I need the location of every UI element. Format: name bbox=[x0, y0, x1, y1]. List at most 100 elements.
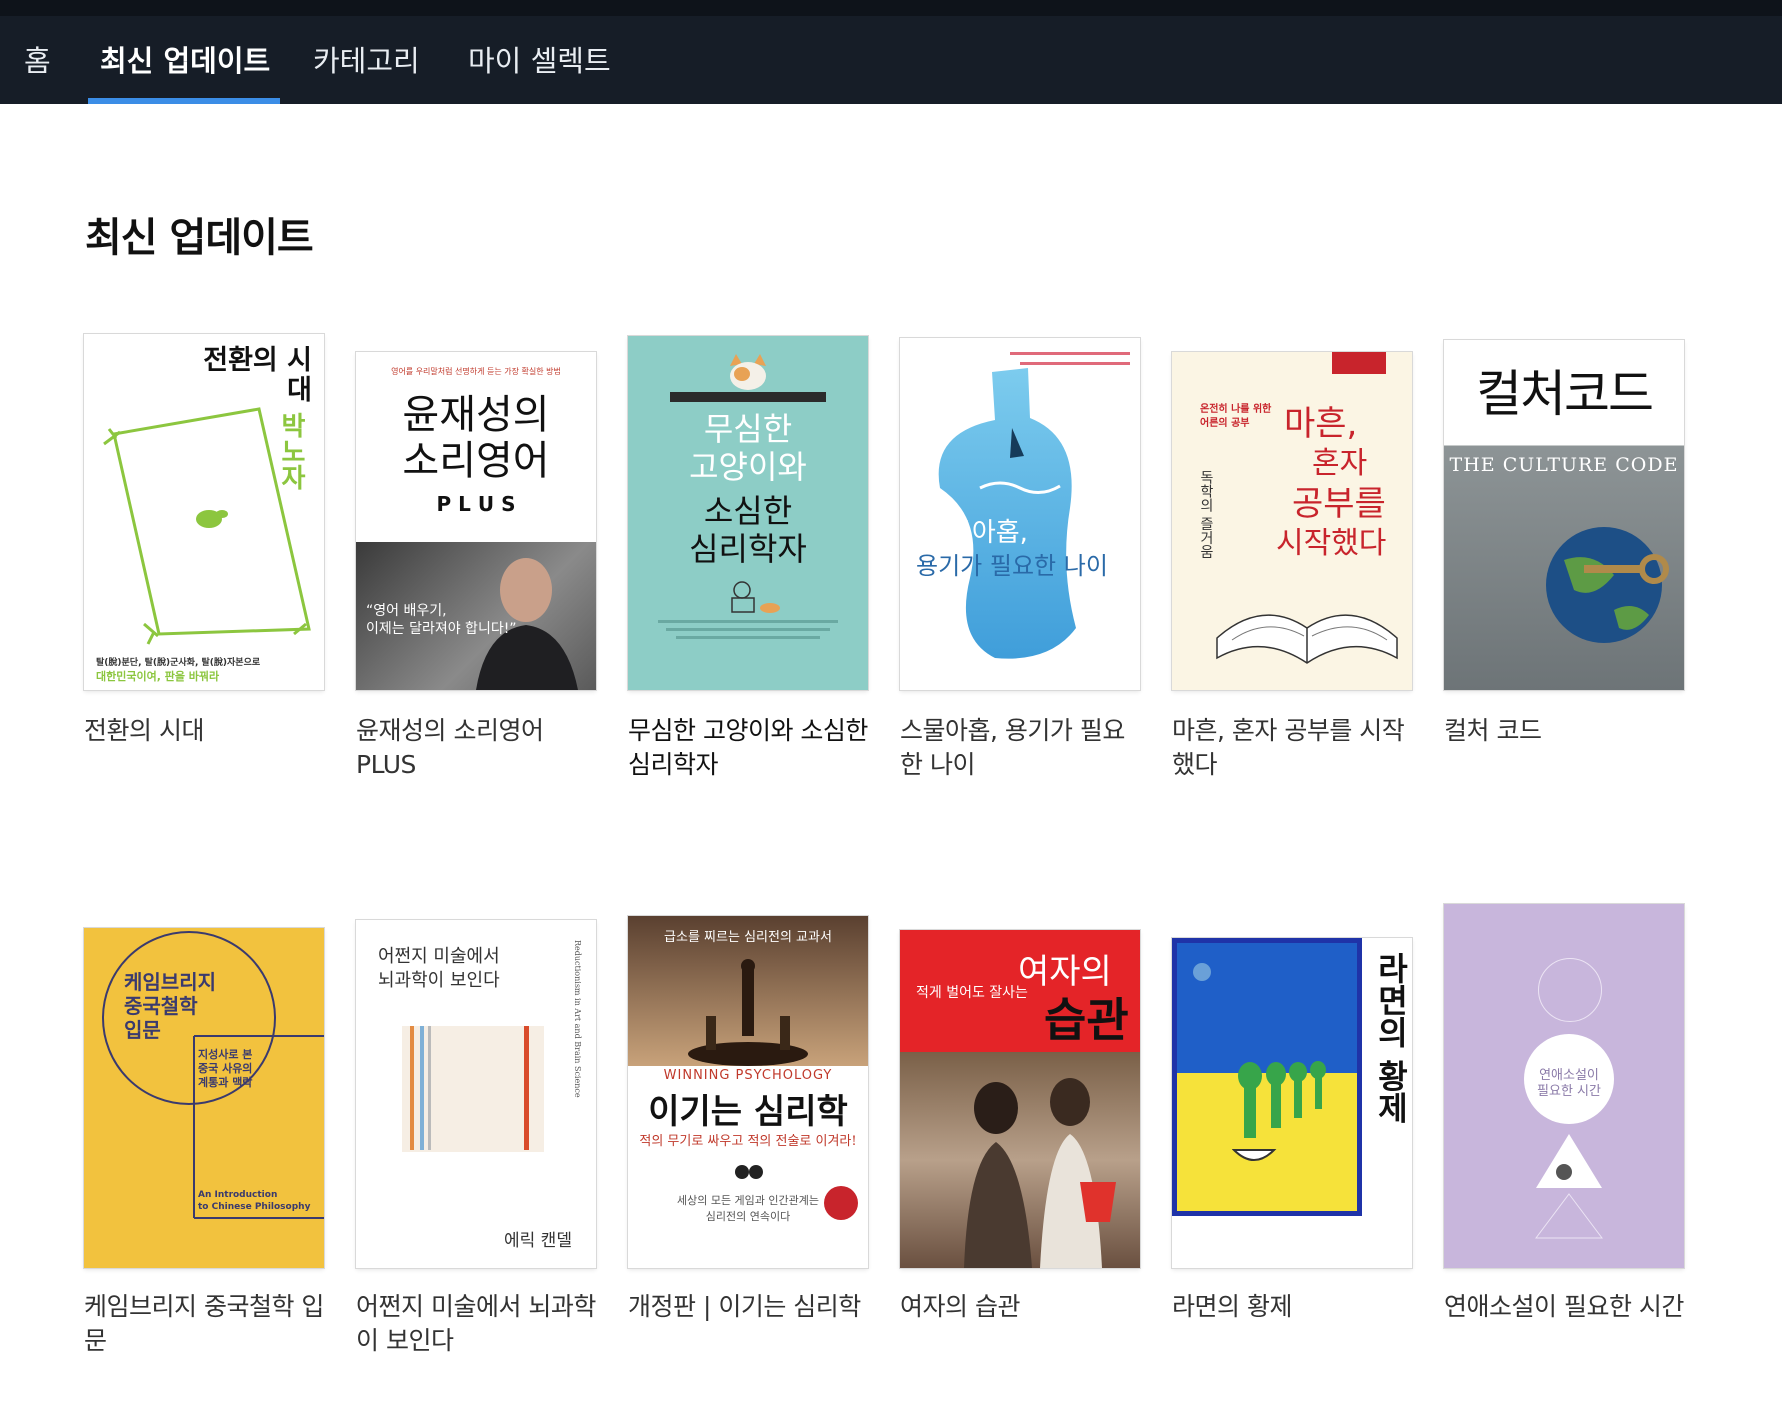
book-title: 마흔, 혼자 공부를 시작했다 bbox=[1172, 716, 1405, 779]
cover-quote: “영어 배우기, bbox=[366, 603, 447, 619]
paint-stripe bbox=[420, 1026, 424, 1150]
cover-tagline: 대한민국이여, 판을 바꿔라 bbox=[96, 670, 220, 683]
cover-plus: P L U S bbox=[436, 492, 516, 516]
cover-title: 스물아홉, bbox=[924, 518, 1028, 548]
globe-key-illustration bbox=[1546, 527, 1669, 643]
book-title: 케임브리지 중국철학 입문 bbox=[84, 1292, 324, 1355]
cover-title: 중국철학 bbox=[124, 994, 198, 1018]
binoculars-icon bbox=[735, 1165, 763, 1179]
cover-title: 어쩐지 미술에서 bbox=[378, 946, 500, 967]
book-cover[interactable]: 연애소설이 필요한 시간 bbox=[1444, 904, 1684, 1268]
book-card[interactable]: 어쩐지 미술에서 뇌과학이 보인다 Reductionism in Art an… bbox=[356, 920, 596, 1368]
cover-subtitle: 적게 벌어도 잘사는 bbox=[916, 985, 1028, 1001]
cover-title: 고양이와 bbox=[689, 448, 807, 486]
book-cover[interactable]: 어쩐지 미술에서 뇌과학이 보인다 Reductionism in Art an… bbox=[356, 920, 596, 1268]
paint-stripe bbox=[428, 1026, 431, 1150]
paint-stripe bbox=[524, 1026, 529, 1150]
cover-title: 케임브리지 bbox=[124, 970, 216, 994]
cover-text-line bbox=[666, 628, 830, 631]
psychologist-illustration bbox=[731, 581, 780, 613]
top-strip bbox=[0, 0, 1782, 16]
book-card[interactable]: 라면의 황제 라면의 황제 bbox=[1172, 938, 1412, 1368]
cover-tagline: 탈(脫)분단, 탈(脫)군사화, 탈(脫)자본으로 bbox=[96, 658, 261, 668]
cover-title: 습관 bbox=[1044, 993, 1129, 1047]
cover-title: 라면의 황제 bbox=[1372, 952, 1410, 1124]
alien-figures bbox=[1232, 1061, 1326, 1161]
cover-title: 윤재성의 bbox=[402, 392, 550, 438]
book-cover[interactable]: 스물아홉, 용기가 필요한 나이 bbox=[900, 338, 1140, 690]
book-title: 무심한 고양이와 소심한 심리학자 bbox=[628, 716, 868, 779]
cover-text-line bbox=[676, 636, 820, 639]
cover-title: 시작했다 bbox=[1276, 526, 1387, 561]
cover-painting bbox=[402, 1026, 544, 1152]
book-cover[interactable]: 컬처코드 THE CULTURE CODE bbox=[1444, 340, 1684, 690]
cover-triangles bbox=[1535, 1134, 1603, 1239]
tab-latest-updates[interactable]: 최신 업데이트 bbox=[88, 36, 281, 104]
cover-title: 소심한 bbox=[703, 492, 793, 530]
cover-author: 에릭 캔델 bbox=[504, 1231, 572, 1251]
cover-photo bbox=[900, 1052, 1140, 1268]
book-title: 스물아홉, 용기가 필요한 나이 bbox=[900, 716, 1125, 779]
cover-subtitle: 계통과 맥락 bbox=[198, 1076, 253, 1089]
book-cover[interactable]: 급소를 찌르는 심리전의 교과서 WINNING PSYCHOLOGY 이기는 … bbox=[628, 916, 868, 1268]
book-title: 어쩐지 미술에서 뇌과학이 보인다 bbox=[356, 1292, 596, 1355]
book-cover[interactable]: 라면의 황제 bbox=[1172, 938, 1412, 1268]
book-card[interactable]: 적게 벌어도 잘사는 여자의 습관 여자의 습관 bbox=[900, 930, 1140, 1368]
page-title: 최신 업데이트 bbox=[85, 215, 314, 261]
women-figures bbox=[964, 1078, 1116, 1268]
chess-pieces-icon bbox=[688, 959, 808, 1066]
book-card[interactable]: 영어를 우리말처럼 선명하게 듣는 가장 확실한 방법 윤재성의 소리영어 P … bbox=[356, 352, 596, 794]
book-cover[interactable]: 전환의 시대 박노자 탈(脫)분단, 탈(脫)군사화, 탈(脫)자본으로 대한민… bbox=[84, 334, 324, 690]
tab-my-select[interactable]: 마이 셀렉트 bbox=[468, 36, 611, 104]
book-title: 윤재성의 소리영어 PLUS bbox=[356, 716, 544, 779]
cover-title: 필요한 시간 bbox=[1537, 1084, 1601, 1099]
cover-english-title: WINNING PSYCHOLOGY bbox=[663, 1068, 833, 1083]
cover-circle-outline bbox=[1538, 958, 1602, 1022]
cover-title: 무심한 bbox=[703, 410, 793, 448]
cover-english-title: to Chinese Philosophy bbox=[198, 1202, 311, 1212]
tab-home[interactable]: 홈 bbox=[24, 36, 51, 104]
paint-stripe bbox=[410, 1026, 414, 1150]
book-title: 컬처 코드 bbox=[1444, 716, 1542, 745]
book-card[interactable]: 연애소설이 필요한 시간 연애소설이 필요한 시간 bbox=[1444, 904, 1684, 1368]
book-card[interactable]: 스물아홉, 용기가 필요한 나이 스물아홉, 용기가 필요한 나이 bbox=[900, 338, 1140, 794]
cover-english-title: An Introduction bbox=[198, 1190, 278, 1200]
book-card[interactable]: 무심한 고양이와 소심한 심리학자 무심한 고양이와 소심한 심리학자 bbox=[628, 336, 868, 794]
red-book-icon bbox=[1332, 352, 1386, 374]
cover-illustration bbox=[103, 407, 311, 645]
open-book-illustration bbox=[1216, 614, 1398, 664]
cover-title: 컬처코드 bbox=[1476, 365, 1654, 423]
book-card[interactable]: 온전히 나를 위한 어른의 공부 마흔, 혼자 공부를 시작했다 독학의 즐거움… bbox=[1172, 352, 1412, 794]
cover-tagline: 적의 무기로 싸우고 적의 전술로 이겨라! bbox=[639, 1134, 857, 1149]
new-edition-badge bbox=[824, 1186, 858, 1220]
cover-banner bbox=[670, 392, 826, 402]
book-title: 연애소설이 필요한 시간 bbox=[1444, 1292, 1684, 1321]
book-cover[interactable]: 온전히 나를 위한 어른의 공부 마흔, 혼자 공부를 시작했다 독학의 즐거움 bbox=[1172, 352, 1412, 690]
tab-categories[interactable]: 카테고리 bbox=[313, 36, 420, 104]
book-cover[interactable]: 케임브리지 중국철학 입문 지성사로 본 중국 사유의 계통과 맥락 An In… bbox=[84, 928, 324, 1268]
cover-title: 용기가 필요한 나이 bbox=[916, 552, 1108, 580]
book-card[interactable]: 컬처코드 THE CULTURE CODE 컬처 코드 bbox=[1444, 340, 1684, 794]
book-card[interactable]: 급소를 찌르는 심리전의 교과서 WINNING PSYCHOLOGY 이기는 … bbox=[628, 916, 868, 1368]
cover-top-text: 영어를 우리말처럼 선명하게 듣는 가장 확실한 방법 bbox=[391, 367, 561, 376]
cover-top-text: 급소를 찌르는 심리전의 교과서 bbox=[664, 930, 832, 945]
cover-title: 이기는 심리학 bbox=[648, 1092, 848, 1132]
cover-title: 뇌과학이 보인다 bbox=[378, 970, 500, 991]
book-title: 여자의 습관 bbox=[900, 1292, 1020, 1321]
book-title: 개정판 | 이기는 심리학 bbox=[628, 1292, 861, 1321]
book-title: 라면의 황제 bbox=[1172, 1292, 1292, 1321]
book-cover[interactable]: 무심한 고양이와 소심한 심리학자 bbox=[628, 336, 868, 690]
cat-icon bbox=[730, 354, 766, 390]
cover-text-line bbox=[658, 620, 838, 623]
cover-vertical-text: Reductionism in Art and Brain Science bbox=[573, 940, 582, 1098]
book-cover[interactable]: 적게 벌어도 잘사는 여자의 습관 bbox=[900, 930, 1140, 1268]
cover-subtitle: 온전히 나를 위한 bbox=[1200, 404, 1272, 415]
book-cover[interactable]: 영어를 우리말처럼 선명하게 듣는 가장 확실한 방법 윤재성의 소리영어 P … bbox=[356, 352, 596, 690]
book-title: 전환의 시대 bbox=[84, 716, 204, 745]
active-tab-indicator bbox=[88, 98, 281, 104]
book-card[interactable]: 전환의 시대 박노자 탈(脫)분단, 탈(脫)군사화, 탈(脫)자본으로 대한민… bbox=[84, 334, 324, 794]
top-navigation-bar: 홈 최신 업데이트 카테고리 마이 셀렉트 bbox=[0, 0, 1782, 104]
cover-quote: 이제는 달라져야 합니다!” bbox=[366, 621, 517, 637]
book-card[interactable]: 케임브리지 중국철학 입문 지성사로 본 중국 사유의 계통과 맥락 An In… bbox=[84, 928, 324, 1368]
cover-title: 소리영어 bbox=[402, 438, 550, 484]
